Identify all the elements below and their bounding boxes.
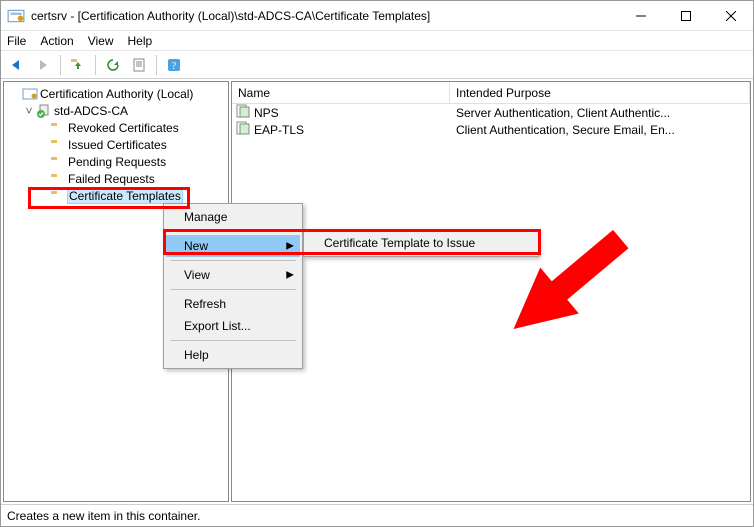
ctx-separator <box>170 289 296 290</box>
tree-node-pending[interactable]: Pending Requests <box>6 153 226 170</box>
tree-node-certificate-templates[interactable]: Certificate Templates <box>6 187 226 204</box>
menubar: File Action View Help <box>1 31 753 51</box>
ctx-item-refresh[interactable]: Refresh <box>166 293 300 315</box>
tree-root[interactable]: Certification Authority (Local) <box>6 85 226 102</box>
toolbar-separator <box>156 55 157 75</box>
toolbar-separator <box>60 55 61 75</box>
menu-view[interactable]: View <box>88 34 114 48</box>
ca-running-icon <box>36 103 52 119</box>
tree-ca-label: std-ADCS-CA <box>54 104 128 118</box>
list-cell-name: EAP-TLS <box>254 123 304 137</box>
folder-icon <box>50 171 66 187</box>
context-submenu-new: Certificate Template to Issue <box>303 229 539 257</box>
minimize-button[interactable] <box>618 1 663 30</box>
toolbar-separator <box>95 55 96 75</box>
toolbar: ? <box>1 51 753 79</box>
folder-icon <box>50 120 66 136</box>
tree-node-label: Pending Requests <box>68 155 166 169</box>
window-controls <box>618 1 753 30</box>
ctx-item-manage[interactable]: Manage <box>166 206 300 228</box>
cert-authority-icon <box>22 86 38 102</box>
submenu-arrow-icon: ▶ <box>286 241 294 252</box>
column-header-purpose[interactable]: Intended Purpose <box>450 82 750 103</box>
tree-node-label: Issued Certificates <box>68 138 167 152</box>
list-cell-name: NPS <box>254 106 279 120</box>
tree-node-failed[interactable]: Failed Requests <box>6 170 226 187</box>
list-pane: Name Intended Purpose NPS Server Authent… <box>231 81 751 502</box>
forward-button[interactable] <box>31 54 55 76</box>
back-button[interactable] <box>5 54 29 76</box>
export-list-button[interactable] <box>127 54 151 76</box>
cert-template-icon <box>236 104 250 121</box>
tree-node-revoked[interactable]: Revoked Certificates <box>6 119 226 136</box>
collapse-icon[interactable]: ˅ <box>22 104 36 118</box>
tree-node-label: Failed Requests <box>68 172 155 186</box>
svg-text:?: ? <box>172 61 177 72</box>
window-title: certsrv - [Certification Authority (Loca… <box>31 9 618 23</box>
folder-icon <box>50 154 66 170</box>
list-cell-purpose: Server Authentication, Client Authentic.… <box>450 106 750 120</box>
submenu-arrow-icon: ▶ <box>286 270 294 281</box>
cert-template-icon <box>236 121 250 138</box>
help-button[interactable]: ? <box>162 54 186 76</box>
list-header: Name Intended Purpose <box>232 82 750 104</box>
folder-icon <box>50 188 66 204</box>
ctx-item-cert-template-to-issue[interactable]: Certificate Template to Issue <box>306 232 536 254</box>
ctx-item-help[interactable]: Help <box>166 344 300 366</box>
ctx-item-new[interactable]: New▶ <box>166 235 300 257</box>
list-cell-purpose: Client Authentication, Secure Email, En.… <box>450 123 750 137</box>
menu-action[interactable]: Action <box>40 34 73 48</box>
ctx-separator <box>170 340 296 341</box>
maximize-button[interactable] <box>663 1 708 30</box>
close-button[interactable] <box>708 1 753 30</box>
status-text: Creates a new item in this container. <box>7 509 200 523</box>
tree-ca-node[interactable]: ˅ std-ADCS-CA <box>6 102 226 119</box>
list-row[interactable]: NPS Server Authentication, Client Authen… <box>232 104 750 121</box>
folder-icon <box>50 137 66 153</box>
tree-node-label: Revoked Certificates <box>68 121 179 135</box>
list-row[interactable]: EAP-TLS Client Authentication, Secure Em… <box>232 121 750 138</box>
column-header-name[interactable]: Name <box>232 82 450 103</box>
ctx-item-view[interactable]: View▶ <box>166 264 300 286</box>
refresh-button[interactable] <box>101 54 125 76</box>
titlebar: certsrv - [Certification Authority (Loca… <box>1 1 753 31</box>
tree-root-label: Certification Authority (Local) <box>40 87 193 101</box>
tree-node-issued[interactable]: Issued Certificates <box>6 136 226 153</box>
ctx-item-export-list[interactable]: Export List... <box>166 315 300 337</box>
statusbar: Creates a new item in this container. <box>1 504 753 526</box>
menu-file[interactable]: File <box>7 34 26 48</box>
ctx-separator <box>170 260 296 261</box>
tree-node-label: Certificate Templates <box>68 189 182 203</box>
ctx-separator <box>170 231 296 232</box>
certsrv-app-icon <box>7 7 25 25</box>
up-button[interactable] <box>66 54 90 76</box>
context-menu: Manage New▶ View▶ Refresh Export List...… <box>163 203 303 369</box>
menu-help[interactable]: Help <box>128 34 153 48</box>
